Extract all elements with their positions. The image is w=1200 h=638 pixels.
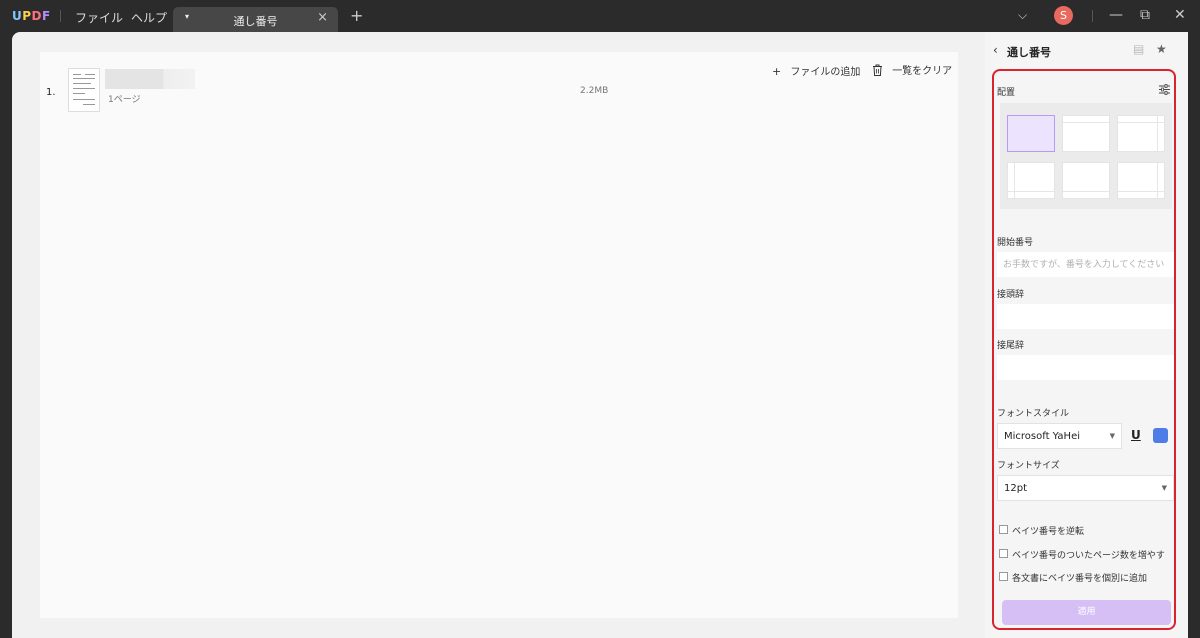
file-thumbnail[interactable] bbox=[68, 68, 100, 112]
main-area bbox=[12, 32, 985, 638]
avatar[interactable]: S bbox=[1054, 6, 1073, 25]
logo-letter-p: P bbox=[22, 9, 32, 23]
tab-title: 通し番号 bbox=[233, 15, 278, 28]
highlight-frame bbox=[992, 69, 1176, 630]
add-files-button[interactable]: + ファイルの追加 bbox=[772, 63, 860, 78]
template-icon[interactable]: ▤ bbox=[1133, 42, 1144, 56]
plus-icon: + bbox=[772, 65, 782, 78]
file-list bbox=[40, 52, 958, 618]
trash-icon bbox=[873, 64, 882, 76]
close-tab-icon[interactable]: × bbox=[317, 10, 328, 25]
menu-file[interactable]: ファイル bbox=[75, 9, 123, 26]
chevron-down-icon[interactable]: ⌵ bbox=[1018, 8, 1027, 23]
tab-bates-numbering[interactable]: ▾ 通し番号 × bbox=[173, 7, 338, 32]
logo-letter-d: D bbox=[31, 9, 43, 23]
menu-help[interactable]: ヘルプ bbox=[131, 9, 167, 26]
minimize-icon[interactable]: — bbox=[1109, 7, 1123, 23]
file-page-count: 1ページ bbox=[108, 95, 141, 105]
title-separator bbox=[1092, 10, 1093, 22]
back-icon[interactable]: ‹ bbox=[993, 43, 998, 57]
clear-list-button[interactable]: 一覧をクリア bbox=[872, 62, 952, 77]
logo-letter-u: U bbox=[12, 9, 23, 23]
updf-logo: UPDF bbox=[12, 9, 51, 23]
restore-icon[interactable]: ⧉ bbox=[1140, 7, 1150, 23]
file-name bbox=[105, 69, 195, 89]
title-separator bbox=[60, 10, 61, 22]
add-files-label: ファイルの追加 bbox=[790, 67, 861, 78]
title-bar: UPDF ファイル ヘルプ ▾ 通し番号 × + ⌵ S — ⧉ ✕ bbox=[0, 0, 1200, 32]
logo-letter-f: F bbox=[42, 9, 51, 23]
close-window-icon[interactable]: ✕ bbox=[1174, 7, 1186, 23]
star-icon[interactable]: ★ bbox=[1156, 42, 1167, 56]
panel-title: 通し番号 bbox=[1007, 46, 1051, 59]
new-tab-icon[interactable]: + bbox=[350, 6, 363, 25]
clear-list-label: 一覧をクリア bbox=[892, 66, 953, 77]
file-size: 2.2MB bbox=[580, 86, 609, 96]
file-index: 1. bbox=[46, 87, 56, 98]
